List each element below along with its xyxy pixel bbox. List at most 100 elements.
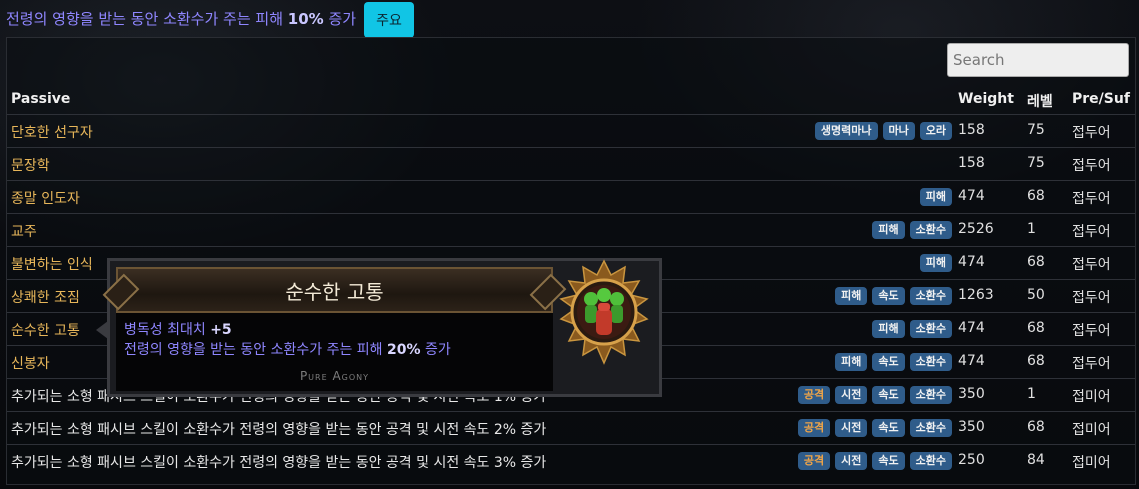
passive-name[interactable]: 교주: [11, 221, 37, 241]
tag-list: 피해 소환수: [872, 320, 952, 338]
level-cell: 68: [1027, 254, 1045, 270]
tag-speed: 속도: [872, 452, 905, 470]
tag-mana: 마나: [882, 122, 915, 140]
table-row[interactable]: 추가되는 소형 패시브 스킬이 소환수가 전령의 영향을 받는 동안 공격 및 …: [7, 411, 1135, 445]
weight-cell: 158: [958, 155, 985, 171]
tag-list: 피해: [919, 254, 952, 272]
weight-cell: 1263: [958, 287, 994, 303]
tag-list: 공격 시전 속도 소환수: [797, 386, 952, 404]
header-weight[interactable]: Weight: [958, 91, 1014, 113]
level-cell: 75: [1027, 122, 1045, 138]
tag-minion: 소환수: [909, 287, 952, 305]
search-input[interactable]: [947, 43, 1129, 77]
passive-name[interactable]: 상쾌한 조짐: [11, 287, 80, 307]
passive-name[interactable]: 단호한 선구자: [11, 122, 93, 142]
tag-minion: 소환수: [909, 419, 952, 437]
weight-cell: 350: [958, 419, 985, 435]
tag-speed: 속도: [872, 386, 905, 404]
tag-attack: 공격: [797, 419, 831, 437]
tag-attack: 공격: [797, 452, 831, 470]
passive-tooltip: 순수한 고통 병독성 최대치 +5 전령의 영향을 받는 동안 소환수가 주는 …: [107, 258, 662, 397]
weight-cell: 474: [958, 320, 985, 336]
passive-name[interactable]: 추가되는 소형 패시브 스킬이 소환수가 전령의 영향을 받는 동안 공격 및 …: [11, 419, 546, 439]
tag-minion: 소환수: [909, 221, 952, 239]
tag-list: 피해 속도 소환수: [835, 287, 952, 305]
tag-cast: 시전: [835, 419, 868, 437]
tag-list: 공격 시전 속도 소환수: [797, 452, 952, 470]
table-row[interactable]: 종말 인도자 피해 474 68 접두어: [7, 180, 1135, 214]
tag-damage: 피해: [835, 287, 868, 305]
tag-damage: 피해: [919, 188, 952, 206]
header-presuf[interactable]: Pre/Suf: [1072, 91, 1130, 113]
level-cell: 68: [1027, 353, 1045, 369]
top-bar: 전령의 영향을 받는 동안 소환수가 주는 피해 10% 증가 주요: [6, 0, 414, 38]
table-row[interactable]: 문장학 158 75 접두어: [7, 147, 1135, 181]
tag-minion: 소환수: [909, 353, 952, 371]
level-cell: 75: [1027, 155, 1045, 171]
tag-list: 생명력마나 마나 오라: [814, 122, 952, 140]
presuf-cell: 접두어: [1072, 257, 1111, 273]
tag-damage: 피해: [919, 254, 952, 272]
tag-life-mana: 생명력마나: [814, 122, 878, 140]
presuf-cell: 접두어: [1072, 356, 1111, 372]
weight-cell: 474: [958, 188, 985, 204]
level-cell: 84: [1027, 452, 1045, 468]
level-cell: 50: [1027, 287, 1045, 303]
tag-list: 공격 시전 속도 소환수: [797, 419, 952, 437]
tag-list: 피해 속도 소환수: [835, 353, 952, 371]
main-filter-button[interactable]: 주요: [364, 1, 414, 38]
table-row[interactable]: 교주 피해 소환수 2526 1 접두어: [7, 213, 1135, 247]
passive-name[interactable]: 순수한 고통: [11, 320, 80, 340]
tag-list: 피해 소환수: [872, 221, 952, 239]
presuf-cell: 접두어: [1072, 290, 1111, 306]
passive-name[interactable]: 종말 인도자: [11, 188, 80, 208]
weight-cell: 474: [958, 254, 985, 270]
tooltip-body: 병독성 최대치 +5 전령의 영향을 받는 동안 소환수가 주는 피해 20% …: [116, 313, 553, 391]
header-passive[interactable]: Passive: [11, 91, 70, 113]
weight-cell: 250: [958, 452, 985, 468]
tooltip-title: 순수한 고통: [116, 267, 553, 313]
tag-attack: 공격: [797, 386, 831, 404]
weight-cell: 158: [958, 122, 985, 138]
tag-damage: 피해: [835, 353, 868, 371]
tag-speed: 속도: [872, 353, 905, 371]
tag-damage: 피해: [872, 221, 905, 239]
tag-minion: 소환수: [909, 386, 952, 404]
level-cell: 68: [1027, 320, 1045, 336]
level-cell: 1: [1027, 386, 1036, 402]
presuf-cell: 접두어: [1072, 125, 1111, 141]
table-row[interactable]: 추가되는 소형 패시브 스킬이 소환수가 전령의 영향을 받는 동안 공격 및 …: [7, 444, 1135, 478]
presuf-cell: 접미어: [1072, 422, 1111, 438]
filter-mod-text: 전령의 영향을 받는 동안 소환수가 주는 피해 10% 증가: [6, 10, 357, 28]
tooltip-footer: Pure Agony: [299, 369, 370, 383]
level-cell: 68: [1027, 188, 1045, 204]
presuf-cell: 접두어: [1072, 191, 1111, 207]
tag-cast: 시전: [835, 386, 868, 404]
tooltip-mod-1: 병독성 최대치 +5: [124, 322, 232, 338]
presuf-cell: 접미어: [1072, 455, 1111, 471]
table-row[interactable]: 단호한 선구자 생명력마나 마나 오라 158 75 접두어: [7, 114, 1135, 148]
tag-minion: 소환수: [909, 452, 952, 470]
weight-cell: 350: [958, 386, 985, 402]
tag-damage: 피해: [872, 320, 905, 338]
tag-list: 피해: [919, 188, 952, 206]
passive-name[interactable]: 추가되는 소형 패시브 스킬이 소환수가 전령의 영향을 받는 동안 공격 및 …: [11, 452, 546, 472]
presuf-cell: 접미어: [1072, 389, 1111, 405]
tag-cast: 시전: [835, 452, 868, 470]
pure-agony-notable-icon: [559, 259, 649, 365]
tag-speed: 속도: [872, 419, 905, 437]
weight-cell: 474: [958, 353, 985, 369]
presuf-cell: 접두어: [1072, 158, 1111, 174]
level-cell: 68: [1027, 419, 1045, 435]
passive-name[interactable]: 문장학: [11, 155, 50, 175]
level-cell: 1: [1027, 221, 1036, 237]
presuf-cell: 접두어: [1072, 224, 1111, 240]
tag-minion: 소환수: [909, 320, 952, 338]
tag-aura: 오라: [919, 122, 952, 140]
header-level[interactable]: 레벨: [1027, 91, 1053, 113]
tooltip-mod-2: 전령의 영향을 받는 동안 소환수가 주는 피해 20% 증가: [124, 342, 451, 358]
tag-speed: 속도: [872, 287, 905, 305]
passive-name[interactable]: 불변하는 인식: [11, 254, 93, 274]
presuf-cell: 접두어: [1072, 323, 1111, 339]
passive-name[interactable]: 신봉자: [11, 353, 50, 373]
